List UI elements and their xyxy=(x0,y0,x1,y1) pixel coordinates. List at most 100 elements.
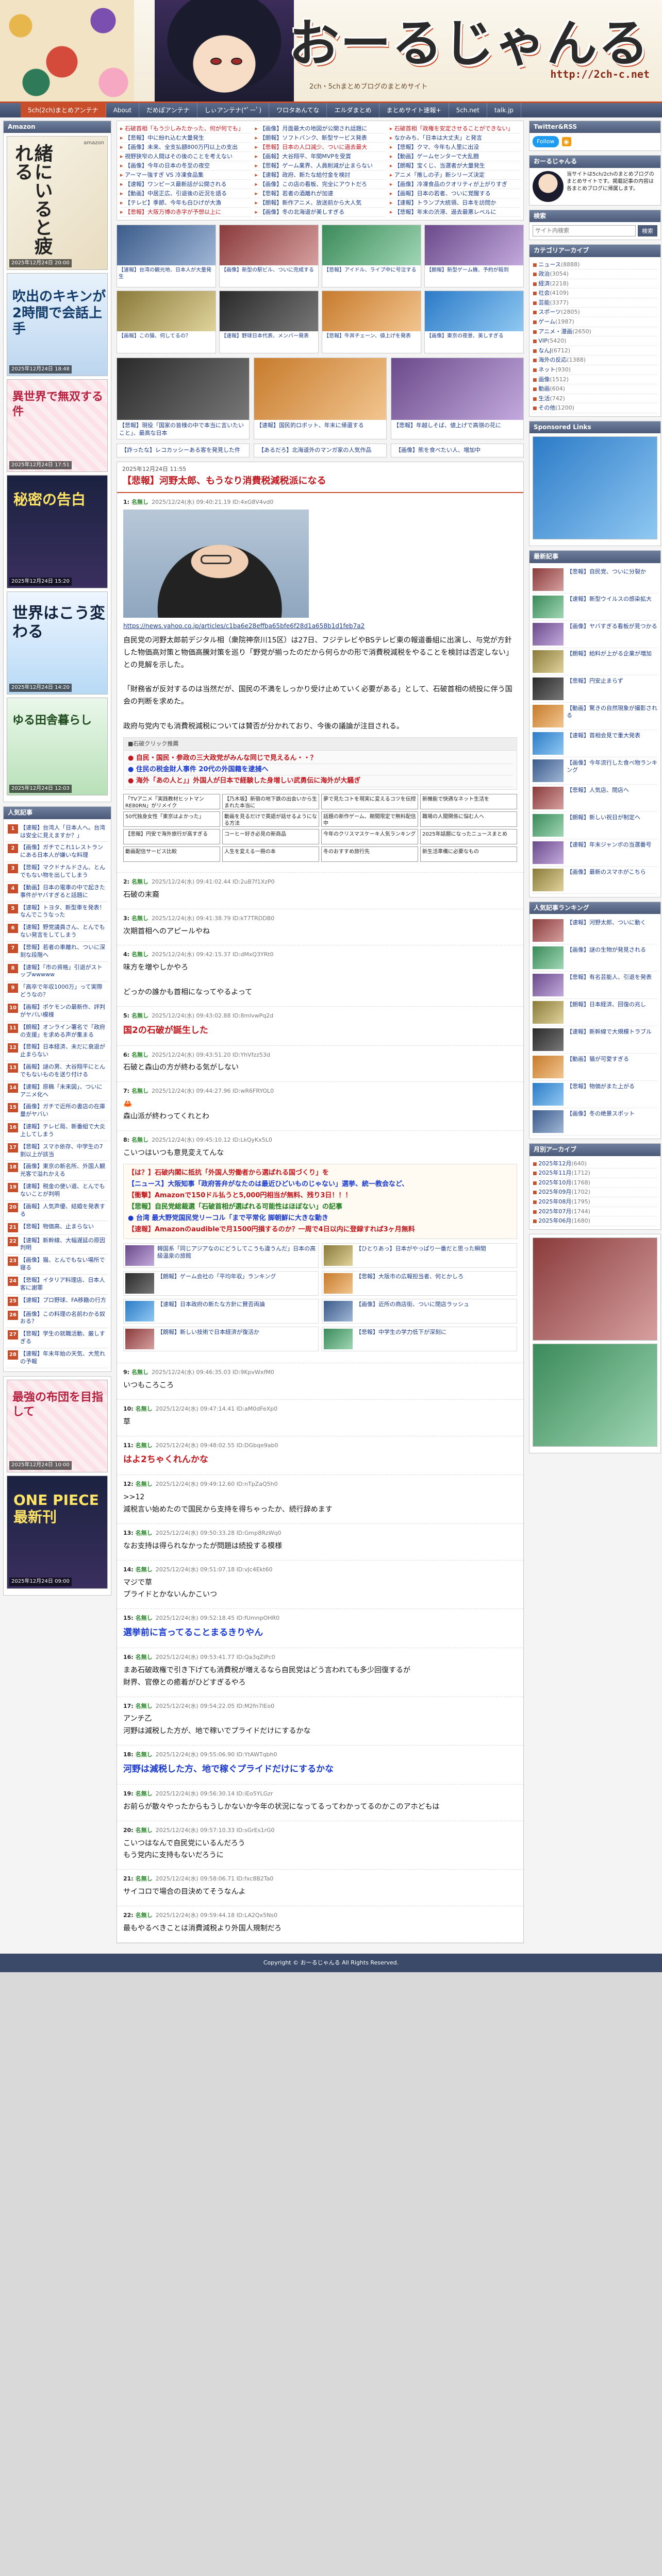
search-input[interactable] xyxy=(533,225,636,237)
thumbnail-card[interactable]: 【悲報】牛丼チェーン、値上げを発表 xyxy=(322,291,421,354)
popular-article-item[interactable]: 15 【画像】ガチで近所の書店の在庫量がヤバい xyxy=(7,1101,108,1122)
nav-link-damepo[interactable]: だめぽアンテナ xyxy=(139,103,197,117)
archive-link[interactable]: 2025年06月 xyxy=(538,1217,571,1224)
category-link[interactable]: 画像 xyxy=(538,376,550,383)
category-link[interactable]: スポーツ xyxy=(538,309,561,315)
popular-article-item[interactable]: 8 【速報】「市の資格」引退がストップwwwww xyxy=(7,962,108,982)
popular-article-link[interactable]: 【悲報】若者の車離れ、ついに深刻な段階へ xyxy=(20,944,107,959)
popular-article-item[interactable]: 14 【速報】原稿「未来図」、ついにアニメ化へ xyxy=(7,1081,108,1101)
pr-link[interactable]: 新生活準備に必要なもの xyxy=(420,846,517,862)
thumbnail-card[interactable]: 【速報】台湾の観光地、日本人が大量発生 xyxy=(117,225,216,288)
popular-article-item[interactable]: 28 【速報】年末年始の天気、大荒れの予報 xyxy=(7,1348,108,1368)
side-article-item[interactable]: 【画像】最新のスマホがこちら xyxy=(533,867,657,894)
side-article-item[interactable]: 【朗報】日本経済、回復の兆し xyxy=(533,999,657,1027)
inline-thumbnail-card[interactable]: 【悲報】大阪市の広報担当者、何とかしろ xyxy=(322,1271,517,1296)
side-article-item[interactable]: 【速報】首相会見で重大発表 xyxy=(533,730,657,757)
pr-link[interactable]: 50代独身女性「東京はよかった」 xyxy=(123,811,220,827)
side-article-item[interactable]: 【悲報】物価がまた上がる xyxy=(533,1081,657,1109)
side-article-item[interactable]: 【速報】年末ジャンボの当選番号 xyxy=(533,839,657,867)
popular-article-item[interactable]: 20 【画報】人気声優、結婚を発表する xyxy=(7,1201,108,1221)
popular-article-link[interactable]: 【悲報】スマホ依存、中学生の7割以上が該当 xyxy=(20,1143,107,1159)
pr-link[interactable]: 「TVアニメ「実践教材ヒットマンRE80RN」がリメイク xyxy=(123,793,220,809)
popular-article-item[interactable]: 13 【画報】謎の男、大谷翔平にとんでもないものを送り付ける xyxy=(7,1061,108,1081)
headline-link[interactable]: 【画報】日本の若者、ついに覚醒する xyxy=(394,190,491,197)
ad-book-4[interactable]: ゆる田舎暮らし 2025年12月24日 12:03 xyxy=(7,698,108,796)
side-article-item[interactable]: 【速報】河野太郎、ついに動く xyxy=(533,917,657,945)
pr-link[interactable]: 動画を見るだけで英語が話せるようになる方法 xyxy=(222,811,319,827)
inline-link[interactable]: 【衝撃】Amazonで150ドル払うと5,000円相当が無料、残り3日！！！ xyxy=(128,1190,512,1201)
inline-link[interactable]: 【は？】石破内閣に抵抗「外国人労働者から選ばれる国づくり」を xyxy=(128,1167,512,1179)
side-article-item[interactable]: 【速報】新型ウイルスの感染拡大 xyxy=(533,594,657,621)
headline-link[interactable]: 【悲報】ゲーム業界、人員削減が止まらない xyxy=(259,162,373,169)
nav-link-warota[interactable]: ワロタあんてな xyxy=(269,103,327,117)
nav-link-5ch-antenna[interactable]: 5ch(2ch)まとめアンテナ xyxy=(21,103,106,117)
popular-article-link[interactable]: 【動画】日本の電車の中で起きた事件がヤバすぎると話題に xyxy=(20,884,107,900)
inline-thumbnail-card[interactable]: 【朗報】ゲーム会社の「平均年収」ランキング xyxy=(123,1271,319,1296)
side-article-item[interactable]: 【速報】新幹線で大規模トラブル xyxy=(533,1026,657,1054)
side-article-item[interactable]: 【画像】今年流行した食べ物ランキング xyxy=(533,757,657,785)
archive-link[interactable]: 2025年08月 xyxy=(538,1198,571,1205)
ad-book-3[interactable]: 世界はこう変わる 2025年12月24日 14:20 xyxy=(7,591,108,695)
headline-link[interactable]: 【朗報】宝くじ、当選者が大量発生 xyxy=(394,162,485,169)
pill-link[interactable]: 【詐ったな】レコカッシーある客を発見した件 xyxy=(117,444,250,457)
popular-article-item[interactable]: 22 【速報】新幹線、大幅遅延の原因判明 xyxy=(7,1235,108,1255)
archive-link[interactable]: 2025年11月 xyxy=(538,1170,571,1176)
side-article-item[interactable]: 【悲報】人気店、閉店へ xyxy=(533,785,657,812)
headline-link[interactable]: 石破首相「もう少しみたかった、何が何でも」 xyxy=(125,125,244,132)
sponsored-ad[interactable] xyxy=(533,1343,657,1447)
side-article-item[interactable]: 【動画】驚きの自然現象が撮影される xyxy=(533,703,657,730)
side-article-item[interactable]: 【朗報】新しい祝日が制定へ xyxy=(533,812,657,839)
popular-article-item[interactable]: 24 【悲報】イタリア料理店、日本人客に謝罪 xyxy=(7,1275,108,1295)
inline-link[interactable]: 【ニュース】大阪知事「政府答弁がなたのは最近ひどいものじゃない」選挙、統一教会な… xyxy=(128,1179,512,1190)
headline-link[interactable]: 【画報】大谷翔平、年間MVPを受賞 xyxy=(259,153,351,160)
featured-card[interactable]: 【悲報】現役「国家の皆様の中で本当に言いたいこと」、最高な日本 xyxy=(117,358,250,440)
popular-article-link[interactable]: 【速報】テレビ局、新番組で大炎上してしまう xyxy=(20,1123,107,1139)
headline-link[interactable]: 【悲報】中に紛れ込む大量発生 xyxy=(125,134,204,141)
headline-link[interactable]: 【動画】中居正広、引退後の近況を語る xyxy=(125,190,227,197)
thumbnail-card[interactable]: 【画報】この猫、何してるの？ xyxy=(117,291,216,354)
headline-link[interactable]: 【速報】政府、新たな給付金を検討 xyxy=(259,172,350,178)
popular-article-item[interactable]: 19 【速報】税金の使い道、とんでもないことが判明 xyxy=(7,1181,108,1201)
popular-article-item[interactable]: 17 【悲報】スマホ依存、中学生の7割以上が該当 xyxy=(7,1141,108,1161)
featured-card[interactable]: 【速報】国民的ロボット、年末に帰還する xyxy=(254,358,387,440)
inline-thumbnail-card[interactable]: 【悲報】中学生の学力低下が深刻に xyxy=(322,1327,517,1352)
featured-card[interactable]: 【悲報】年越しそば、値上げで高嶺の花に xyxy=(391,358,524,440)
twitter-follow-button[interactable]: Follow xyxy=(533,136,559,148)
popular-article-link[interactable]: 【画報】ポケモンの最新作、評判がヤバい模様 xyxy=(20,1004,107,1019)
popular-article-link[interactable]: 【悲報】マクドナルドさん、とんでもない物を出してしまう xyxy=(20,864,107,879)
category-link[interactable]: その他 xyxy=(538,404,555,411)
headline-link[interactable]: 【悲報】年末の渋滞、過去最悪レベルに xyxy=(394,209,496,215)
sponsored-ad[interactable] xyxy=(533,1237,657,1341)
popular-article-link[interactable]: 【速報】原稿「未来図」、ついにアニメ化へ xyxy=(20,1083,107,1099)
headline-link[interactable]: 【画像】未来、全支払額800万円以上の支出 xyxy=(125,144,238,150)
headline-link[interactable]: アーマー強すぎ VS 冷凍食品集 xyxy=(125,172,204,178)
pr-link[interactable]: 人生を変える一冊の本 xyxy=(222,846,319,862)
pr-link[interactable]: 2025年話題になったニュースまとめ xyxy=(420,828,517,844)
popular-article-item[interactable]: 9 「高卒で年収1000万」って実際どうなの？ xyxy=(7,981,108,1002)
headline-link[interactable]: 【画像】冷凍食品のクオリティが上がりすぎ xyxy=(394,181,507,188)
pr-link[interactable]: 動画配信サービス比較 xyxy=(123,846,220,862)
popular-article-link[interactable]: 【速報】トヨタ、新型車を発表！なんでこうなった xyxy=(20,904,107,920)
sponsored-ad[interactable] xyxy=(533,436,657,540)
category-link[interactable]: ネット xyxy=(538,366,555,373)
inline-thumbnail-card[interactable]: 【朗報】新しい技術で日本経済が復活か xyxy=(123,1327,319,1352)
popular-article-item[interactable]: 27 【悲報】学生の就職活動、厳しすぎる xyxy=(7,1328,108,1348)
headline-link[interactable]: 【悲報】日本の人口減少、ついに過去最大 xyxy=(259,144,367,150)
headline-link[interactable]: 【悲報】クマ、今年も人里に出没 xyxy=(394,144,479,150)
popular-article-item[interactable]: 11 【朗報】オンライン署名で「政府の支援」を求める声が集まる xyxy=(7,1022,108,1042)
category-link[interactable]: 海外の反応 xyxy=(538,357,567,363)
popular-article-link[interactable]: 【悲報】物価高、止まらない xyxy=(20,1223,94,1232)
popular-article-item[interactable]: 25 【速報】プロ野球、FA移籍の行方 xyxy=(7,1295,108,1309)
headline-link[interactable]: 【テレビ】季節、今年も白ひげが大漁 xyxy=(125,199,221,206)
pr-link[interactable]: 【悲報】円安で海外旅行が高すぎる xyxy=(123,828,220,844)
headline-link[interactable]: 【画像】冬の北海道が美しすぎる xyxy=(259,209,344,215)
archive-link[interactable]: 2025年10月 xyxy=(538,1179,571,1186)
inline-thumbnail-card[interactable]: 【画像】近所の商店街、ついに閉店ラッシュ xyxy=(322,1299,517,1324)
headline-link[interactable]: アニメ「推しの子」新シリーズ決定 xyxy=(394,172,485,178)
headline-link[interactable]: 【悲報】若者の酒離れが加速 xyxy=(259,190,333,197)
popular-article-link[interactable]: 【画像】この料理の名前わかる奴おる？ xyxy=(20,1311,107,1326)
popular-article-item[interactable]: 7 【悲報】若者の車離れ、ついに深刻な段階へ xyxy=(7,942,108,962)
archive-link[interactable]: 2025年07月 xyxy=(538,1208,571,1215)
headline-link[interactable]: 【朗報】ソフトバンク、新型サービス発表 xyxy=(259,134,367,141)
side-article-item[interactable]: 【朗報】給料が上がる企業が増加 xyxy=(533,648,657,675)
